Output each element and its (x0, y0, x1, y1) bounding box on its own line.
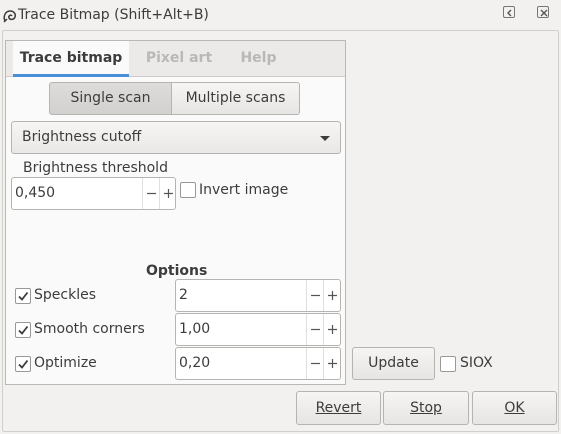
siox-checkbox[interactable] (440, 356, 456, 372)
brightness-threshold-spin[interactable]: 0,450 (11, 177, 176, 210)
threshold-decrement-button[interactable] (142, 178, 159, 209)
chevron-down-icon (320, 136, 330, 141)
brightness-threshold-label: Brightness threshold (23, 160, 168, 176)
brightness-threshold-value: 0,450 (15, 185, 56, 201)
plus-icon (328, 291, 337, 300)
trace-notebook: Trace bitmap Pixel art Help Single scan … (5, 40, 346, 385)
speckles-increment-button[interactable] (323, 280, 340, 311)
smooth-corners-label: Smooth corners (34, 321, 145, 337)
invert-image-checkbox[interactable] (180, 182, 196, 198)
speckles-checkbox[interactable] (15, 288, 31, 304)
revert-button[interactable]: Revert (296, 391, 381, 425)
tab-bar: Trace bitmap Pixel art Help (6, 41, 345, 77)
smooth-corners-checkbox[interactable] (15, 322, 31, 338)
siox-label: SIOX (460, 355, 493, 371)
checkmark-icon (18, 359, 29, 369)
stop-button[interactable]: Stop (383, 391, 469, 425)
ok-button[interactable]: OK (472, 391, 557, 425)
minus-icon (311, 328, 320, 331)
close-icon (540, 9, 548, 17)
title-bar: Trace Bitmap (Shift+Alt+B) (0, 0, 561, 30)
plus-icon (164, 189, 173, 198)
threshold-increment-button[interactable] (159, 178, 176, 209)
optimize-increment-button[interactable] (323, 348, 340, 379)
ok-button-label: OK (504, 400, 525, 416)
invert-image-label: Invert image (199, 182, 289, 198)
smooth-corners-decrement-button[interactable] (306, 314, 323, 345)
close-button[interactable] (537, 6, 549, 18)
speckles-decrement-button[interactable] (306, 280, 323, 311)
window-title: Trace Bitmap (Shift+Alt+B) (18, 7, 209, 23)
checkmark-icon (18, 325, 29, 335)
dock-button[interactable] (503, 6, 515, 18)
speckles-label: Speckles (34, 287, 96, 303)
mode-combo-value: Brightness cutoff (22, 129, 142, 145)
optimize-decrement-button[interactable] (306, 348, 323, 379)
minus-icon (147, 192, 156, 195)
optimize-checkbox[interactable] (15, 356, 31, 372)
single-scan-button[interactable]: Single scan (49, 82, 172, 115)
speckles-value: 2 (179, 287, 188, 303)
options-heading: Options (146, 263, 208, 279)
minus-icon (311, 362, 320, 365)
tab-help[interactable]: Help (231, 41, 286, 77)
optimize-spin[interactable]: 0,20 (175, 347, 341, 380)
smooth-corners-increment-button[interactable] (323, 314, 340, 345)
tab-trace-bitmap[interactable]: Trace bitmap (13, 41, 129, 77)
checkmark-icon (18, 291, 29, 301)
plus-icon (328, 325, 337, 334)
smooth-corners-spin[interactable]: 1,00 (175, 313, 341, 346)
update-button[interactable]: Update (352, 347, 435, 380)
minus-icon (311, 294, 320, 297)
stop-button-label: Stop (410, 400, 442, 416)
optimize-label: Optimize (34, 355, 97, 371)
tab-pixel-art[interactable]: Pixel art (139, 41, 219, 77)
optimize-value: 0,20 (179, 355, 211, 371)
app-icon (2, 8, 18, 24)
dock-icon (507, 9, 512, 17)
revert-button-label: Revert (315, 400, 362, 416)
smooth-corners-value: 1,00 (179, 321, 211, 337)
plus-icon (328, 359, 337, 368)
speckles-spin[interactable]: 2 (175, 279, 341, 312)
mode-combo[interactable]: Brightness cutoff (11, 121, 341, 154)
multiple-scans-button[interactable]: Multiple scans (172, 82, 300, 115)
